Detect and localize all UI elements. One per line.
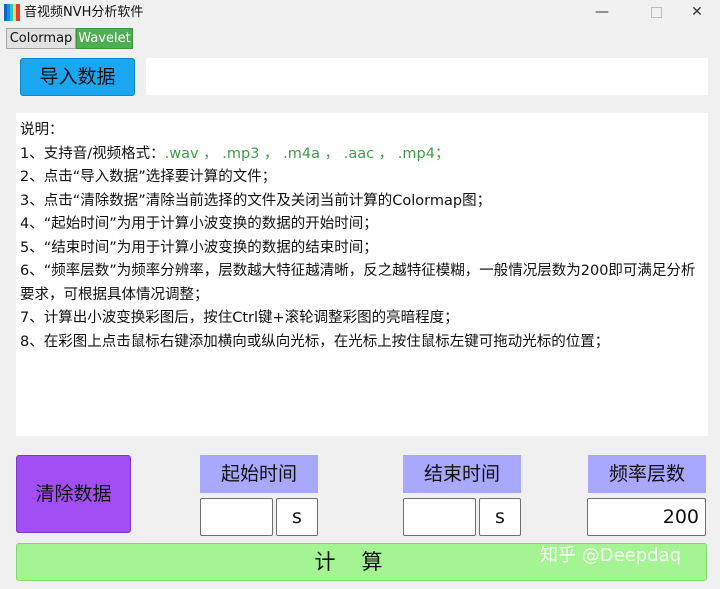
instruction-line-5: 5、“结束时间”为用于计算小波变换的数据的结束时间； [20,239,378,256]
instruction-line-6: 6、“频率层数”为频率分辨率，层数越大特征越清晰，反之越特征模糊，一般情况层数为… [20,263,696,303]
instructions-panel: 说明： 1、支持音/视频格式：.wav ， .mp3 ， .m4a ， .aac… [16,113,708,436]
import-data-button[interactable]: 导入数据 [20,58,135,96]
start-time-label: 起始时间 [200,455,318,493]
clear-data-button[interactable]: 清除数据 [16,455,131,533]
freq-levels-input[interactable]: 200 [587,498,706,536]
instruction-line-1: 1、支持音/视频格式：.wav ， .mp3 ， .m4a ， .aac ， .… [20,143,708,167]
end-time-input[interactable] [403,498,476,536]
maximize-icon [650,6,662,18]
instructions-heading: 说明： [20,122,64,138]
window-title: 音视频NVH分析软件 [24,5,144,20]
maximize-button[interactable] [633,0,679,24]
instruction-line-2: 2、点击“导入数据”选择要计算的文件； [20,169,277,185]
supported-formats: .wav ， .mp3 ， .m4a ， .aac ， .mp4； [164,145,450,162]
tab-colormap[interactable]: Colormap [6,28,76,49]
close-button[interactable]: ✕ [674,0,720,24]
instruction-line-3: 3、点击“清除数据”清除当前选择的文件及关闭当前计算的Colormap图； [20,192,492,209]
instruction-1-prefix: 1、支持音/视频格式： [20,145,165,162]
start-time-unit: s [276,498,318,536]
instruction-line-7: 7、计算出小波变换彩图后，按住Ctrl键+滚轮调整彩图的亮暗程度； [20,310,459,326]
instruction-line-4: 4、“起始时间”为用于计算小波变换的数据的开始时间； [20,216,378,232]
end-time-unit: s [479,498,521,536]
file-path-field[interactable] [146,58,708,95]
tab-wavelet[interactable]: Wavelet [76,28,133,49]
instruction-line-8: 8、在彩图上点击鼠标右键添加横向或纵向光标，在光标上按住鼠标左键可拖动光标的位置… [20,333,610,350]
watermark: 知乎 @Deepdaq [540,545,682,566]
end-time-label: 结束时间 [403,455,521,493]
minimize-button[interactable]: — [579,0,625,24]
freq-levels-label: 频率层数 [588,455,706,493]
start-time-input[interactable] [200,498,273,536]
app-icon [4,4,20,21]
